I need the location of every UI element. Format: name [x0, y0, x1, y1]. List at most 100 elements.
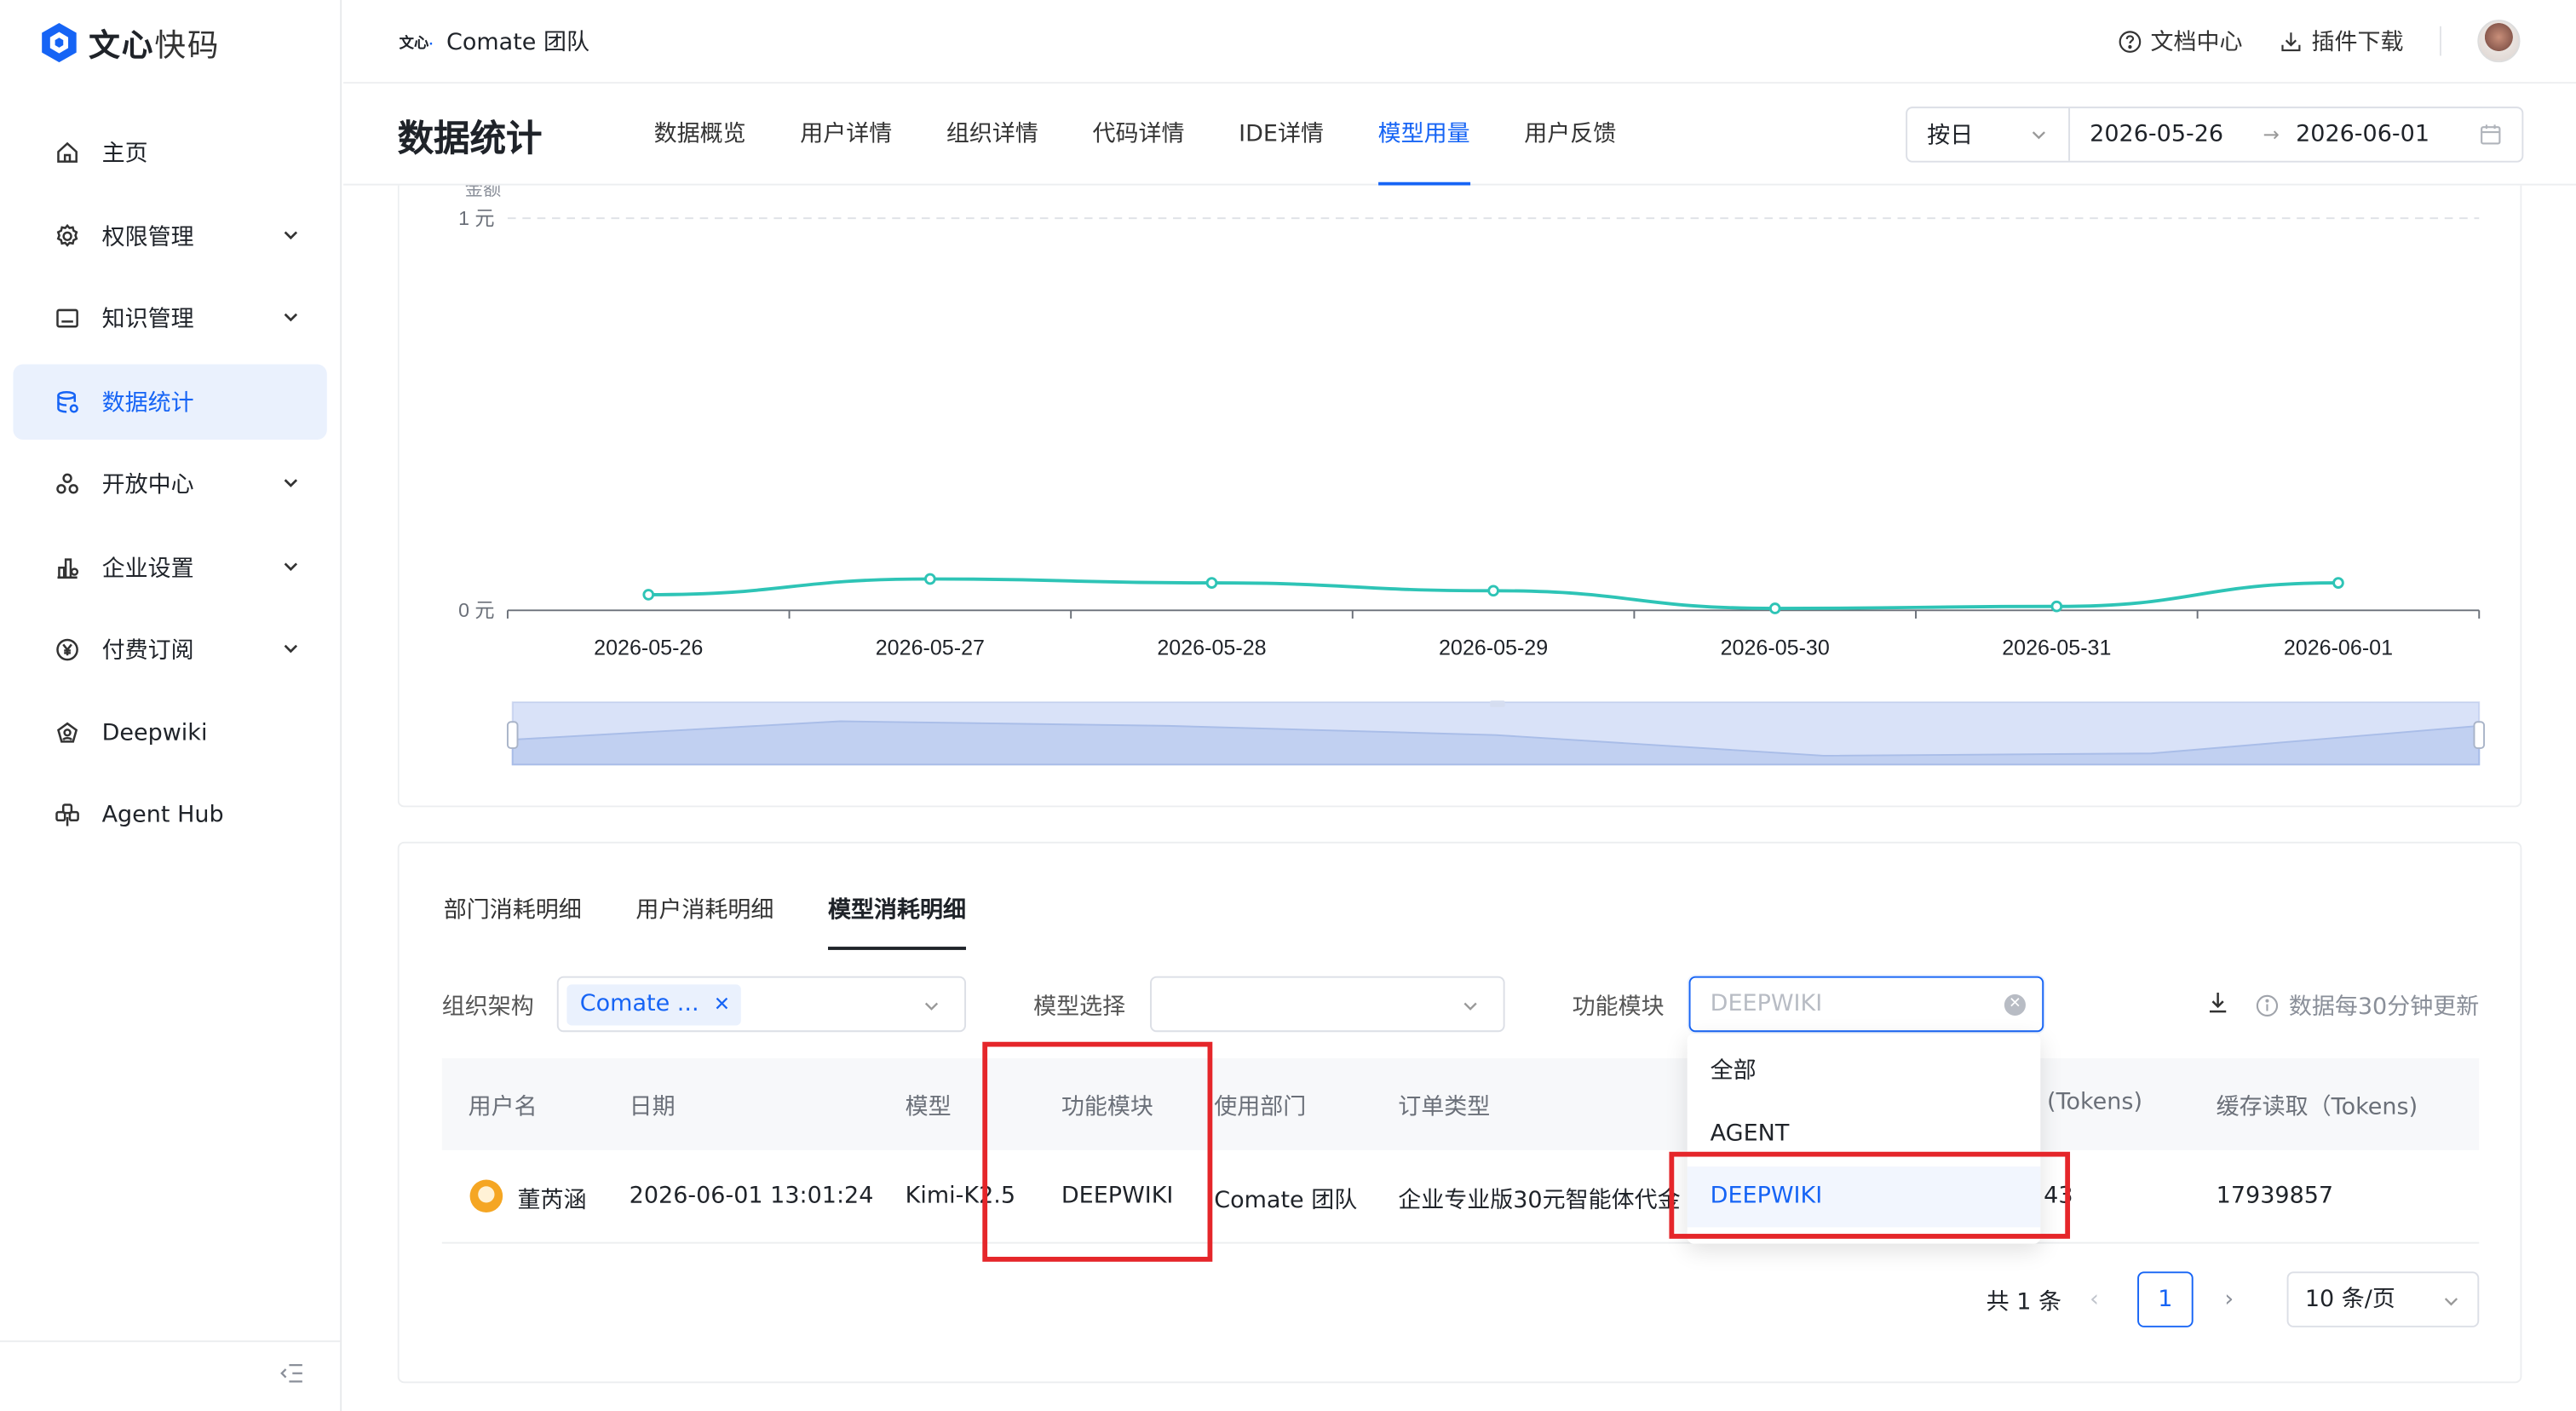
tag-close-icon[interactable]: ✕: [714, 984, 730, 1025]
page-title: 数据统计: [397, 119, 543, 161]
col-user: 用户名: [468, 1094, 538, 1121]
sidebar-item-permissions[interactable]: 权限管理: [13, 198, 326, 274]
home-icon: [53, 138, 83, 168]
col-model: 模型: [905, 1094, 952, 1121]
usage-chart-card: 金额 1 元 0 元 2026-05-26 2026-05-27 2026-05-28 20…: [397, 185, 2522, 808]
clear-icon[interactable]: ✕: [2004, 993, 2026, 1016]
date-range-picker: 按日 2026-05-26 → 2026-06-01: [1906, 107, 2524, 163]
tab-model-consumption[interactable]: 模型消耗明细: [828, 883, 967, 950]
doc-center-label: 文档中心: [2150, 29, 2243, 56]
pagination-total: 共 1 条: [1986, 1289, 2062, 1316]
tab-dept-consumption[interactable]: 部门消耗明细: [444, 883, 582, 948]
sidebar-item-open-center[interactable]: 开放中心: [13, 446, 326, 522]
org-filter-label: 组织架构: [441, 993, 534, 1021]
filter-bar: 组织架构 Comate ... ✕ 模型选择 功能模块 DEEPWIKI ✕ 数据…: [441, 976, 2479, 1033]
chevron-down-icon: [284, 313, 298, 322]
sidebar-item-label: Agent Hub: [101, 802, 224, 829]
sidebar-item-enterprise[interactable]: 企业设置: [13, 529, 326, 605]
export-download-icon[interactable]: [2205, 989, 2231, 1016]
feature-select[interactable]: DEEPWIKI ✕: [1688, 976, 2044, 1033]
table-header: 用户名 日期 模型 功能模块 使用部门 订单类型 (Tokens) 缓存读取（T…: [441, 1058, 2480, 1150]
page-header: 数据统计 数据概览 用户详情 组织详情 代码详情 IDE详情 模型用量 用户反馈…: [343, 84, 2576, 186]
team-logo: 文心·: [399, 35, 434, 52]
data-point: [2050, 600, 2063, 613]
sidebar-item-knowledge[interactable]: 知识管理: [13, 280, 326, 356]
tab-overview[interactable]: 数据概览: [654, 84, 746, 185]
sidebar-item-data-stats[interactable]: 数据统计: [13, 363, 327, 440]
sidebar: 文心快码 主页 权限管理 知识管理 数据统计 开放中心 企业设置 付费订阅 De…: [0, 0, 342, 1411]
data-point: [642, 589, 655, 601]
table-row[interactable]: 董芮涵 2026-06-01 13:01:24 Kimi-K2.5 DEEPWI…: [441, 1150, 2480, 1244]
chevron-down-icon: [284, 479, 298, 487]
x-tick-label: 2026-05-31: [2002, 636, 2111, 659]
range-arrow-icon: →: [2263, 123, 2280, 147]
sidebar-item-label: 主页: [101, 141, 148, 168]
feature-filter-label: 功能模块: [1572, 993, 1665, 1021]
col-order-type: 订单类型: [1398, 1094, 1491, 1121]
x-tick-label: 2026-05-28: [1157, 636, 1266, 659]
y-tick-label: 0 元: [458, 599, 494, 621]
date-unit-select[interactable]: 按日: [1907, 108, 2071, 161]
sidebar-item-subscription[interactable]: 付费订阅: [13, 612, 326, 688]
y-axis-label: 金额: [465, 186, 501, 200]
sidebar-nav: 主页 权限管理 知识管理 数据统计 开放中心 企业设置 付费订阅 Deepwik…: [13, 115, 327, 861]
help-circle-icon: [2119, 30, 2142, 52]
user-avatar[interactable]: [2477, 20, 2521, 63]
tab-org-details[interactable]: 组织详情: [946, 84, 1038, 185]
tab-user-consumption[interactable]: 用户消耗明细: [635, 883, 773, 948]
data-point: [1205, 577, 1218, 589]
doc-center-link[interactable]: 文档中心: [2118, 25, 2243, 58]
page-button-current[interactable]: 1: [2137, 1271, 2194, 1327]
tab-user-details[interactable]: 用户详情: [800, 84, 892, 185]
start-date-input[interactable]: 2026-05-26: [2090, 121, 2223, 147]
stats-tabs: 数据概览 用户详情 组织详情 代码详情 IDE详情 模型用量 用户反馈: [654, 84, 1670, 186]
database-icon: [53, 386, 83, 416]
zoom-drag-handle: [1490, 700, 1505, 707]
col-department: 使用部门: [1214, 1094, 1307, 1121]
x-tick-label: 2026-05-29: [1439, 636, 1548, 659]
data-point: [1487, 585, 1499, 597]
hub-icon: [53, 801, 83, 831]
team-name: Comate 团队: [446, 29, 590, 56]
tab-code-details[interactable]: 代码详情: [1093, 84, 1185, 185]
update-note: 数据每30分钟更新: [2256, 989, 2479, 1022]
chevron-down-icon: [2444, 1298, 2458, 1306]
tab-ide-details[interactable]: IDE详情: [1239, 84, 1324, 185]
data-point: [924, 573, 936, 585]
sidebar-item-deepwiki[interactable]: Deepwiki: [13, 694, 326, 770]
sidebar-divider: [0, 1340, 341, 1343]
end-date-input[interactable]: 2026-06-01: [2296, 121, 2429, 147]
x-tick-label: 2026-06-01: [2284, 636, 2393, 659]
option-all[interactable]: 全部: [1688, 1042, 2041, 1103]
next-page-icon[interactable]: ›: [2224, 1287, 2234, 1313]
cell-user: 董芮涵: [517, 1188, 587, 1214]
calendar-icon[interactable]: [2479, 123, 2502, 146]
plugin-download-label: 插件下载: [2311, 29, 2404, 56]
tab-model-usage[interactable]: 模型用量: [1377, 84, 1470, 186]
org-select[interactable]: Comate ... ✕: [556, 976, 967, 1033]
x-tick-label: 2026-05-27: [876, 636, 985, 659]
download-icon: [2281, 32, 2301, 51]
sidebar-item-label: 知识管理: [101, 307, 194, 333]
y-tick-label: 1 元: [458, 207, 494, 229]
sidebar-item-home[interactable]: 主页: [13, 115, 326, 191]
consumption-detail-card: 部门消耗明细 用户消耗明细 模型消耗明细 组织架构 Comate ... ✕ 模型…: [397, 841, 2522, 1384]
collapse-sidebar-icon[interactable]: [279, 1362, 306, 1385]
tab-user-feedback[interactable]: 用户反馈: [1524, 84, 1616, 185]
cell-cache-read: 17939857: [2216, 1183, 2334, 1210]
cell-department: Comate 团队: [1214, 1188, 1358, 1214]
plugin-download-link[interactable]: 插件下载: [2279, 25, 2404, 58]
zoom-handle-left: [506, 721, 519, 750]
team-switcher[interactable]: 文心· Comate 团队: [400, 25, 589, 58]
feature-select-value: DEEPWIKI: [1710, 991, 1823, 1017]
header-links: 文档中心 插件下载: [2118, 20, 2521, 63]
chevron-down-icon: [284, 644, 298, 654]
app-logo[interactable]: 文心快码: [39, 20, 220, 66]
model-select[interactable]: [1150, 976, 1505, 1033]
page-size-select[interactable]: 10 条/页: [2286, 1271, 2480, 1327]
sidebar-item-agent-hub[interactable]: Agent Hub: [13, 778, 326, 854]
prev-page-icon[interactable]: ‹: [2090, 1287, 2099, 1313]
logo-text: 文心快码: [89, 26, 221, 64]
sidebar-item-label: Deepwiki: [101, 719, 208, 746]
x-tick-label: 2026-05-30: [1721, 636, 1830, 659]
